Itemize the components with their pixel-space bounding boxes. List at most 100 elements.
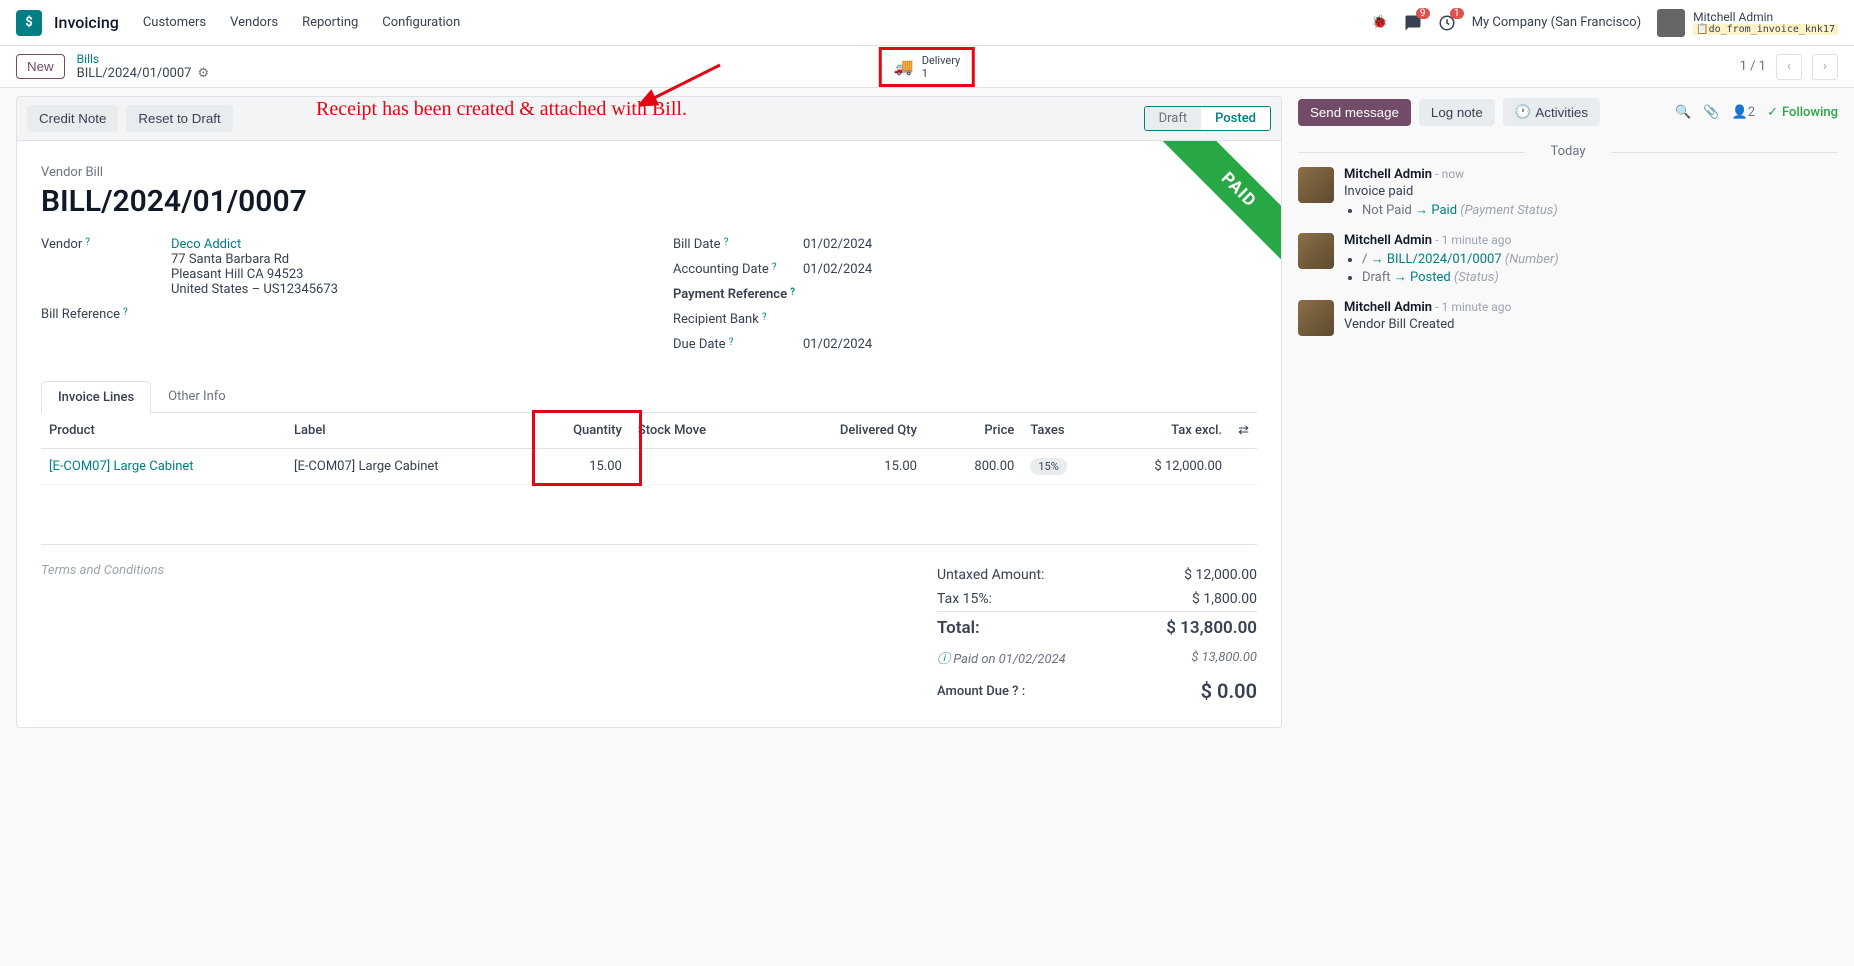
bill-name: BILL/2024/01/0007: [41, 184, 1257, 219]
msg-time: - 1 minute ago: [1435, 233, 1511, 247]
activities-icon[interactable]: 1: [1438, 14, 1456, 32]
cell-excl: $ 12,000.00: [1102, 449, 1230, 485]
activities-button[interactable]: 🕐Activities: [1503, 98, 1600, 126]
status-draft[interactable]: Draft: [1145, 107, 1202, 130]
breadcrumb-parent[interactable]: Bills: [77, 52, 99, 66]
msg-time: - 1 minute ago: [1435, 300, 1511, 314]
tab-invoice-lines[interactable]: Invoice Lines: [41, 381, 151, 413]
help-icon[interactable]: ?: [123, 307, 128, 322]
truck-icon: 🚚: [894, 57, 914, 76]
total-label: Total:: [937, 618, 980, 638]
attachment-icon[interactable]: 📎: [1703, 105, 1719, 120]
cell-stock[interactable]: [630, 449, 758, 485]
form-sheet: PAID Vendor Bill BILL/2024/01/0007 Vendo…: [16, 140, 1282, 728]
acc-date-value[interactable]: 01/02/2024: [803, 262, 1257, 277]
avatar[interactable]: [1298, 300, 1334, 336]
bill-date-label: Bill Date: [673, 237, 721, 252]
th-taxes[interactable]: Taxes: [1022, 413, 1102, 449]
help-icon[interactable]: ?: [85, 237, 90, 252]
vendor-link[interactable]: Deco Addict: [171, 237, 241, 252]
th-options-icon[interactable]: ⇄: [1230, 413, 1257, 449]
th-delivered-qty[interactable]: Delivered Qty: [758, 413, 937, 449]
untaxed-label: Untaxed Amount:: [937, 567, 1044, 583]
tab-other-info[interactable]: Other Info: [151, 380, 243, 412]
top-nav: $ Invoicing Customers Vendors Reporting …: [0, 0, 1854, 46]
due-date-value[interactable]: 01/02/2024: [803, 337, 1257, 352]
msg-author[interactable]: Mitchell Admin: [1344, 167, 1432, 182]
menu-customers[interactable]: Customers: [143, 15, 206, 30]
cell-price[interactable]: 800.00: [937, 449, 1022, 485]
cell-delivered[interactable]: 15.00: [758, 449, 937, 485]
user-menu[interactable]: Mitchell Admin 📋do_from_invoice_knk17: [1657, 9, 1838, 37]
msg-time: - now: [1435, 167, 1464, 181]
credit-note-button[interactable]: Credit Note: [27, 105, 118, 132]
log-note-button[interactable]: Log note: [1419, 99, 1495, 126]
th-quantity[interactable]: Quantity: [531, 413, 630, 449]
untaxed-value: $ 12,000.00: [1184, 567, 1257, 583]
help-icon[interactable]: ?: [772, 262, 777, 277]
invoice-lines-table: Product Label Quantity Stock Move Delive…: [41, 413, 1257, 545]
vendor-addr2: Pleasant Hill CA 94523: [171, 267, 303, 282]
cell-qty[interactable]: 15.00: [531, 449, 630, 485]
messages-icon[interactable]: 9: [1404, 14, 1422, 32]
cell-label[interactable]: [E-COM07] Large Cabinet: [286, 449, 531, 485]
pager: 1 / 1 ‹ ›: [1740, 54, 1838, 80]
msg-content: Invoice paid Not Paid → Paid (Payment St…: [1344, 184, 1558, 219]
app-logo[interactable]: $: [16, 10, 42, 36]
info-icon[interactable]: ⓘ: [937, 652, 950, 667]
th-label[interactable]: Label: [286, 413, 531, 449]
chat-message: Mitchell Admin - 1 minute ago Vendor Bil…: [1298, 300, 1838, 336]
msg-author[interactable]: Mitchell Admin: [1344, 300, 1432, 315]
help-icon[interactable]: ?: [762, 312, 767, 327]
msg-content: / → BILL/2024/01/0007 (Number) Draft → P…: [1344, 250, 1559, 286]
delivery-smart-button[interactable]: 🚚 Delivery 1: [879, 47, 975, 87]
msg-author[interactable]: Mitchell Admin: [1344, 233, 1432, 248]
cell-product[interactable]: [E-COM07] Large Cabinet: [49, 459, 194, 474]
menu-vendors[interactable]: Vendors: [230, 15, 278, 30]
help-icon[interactable]: ?: [724, 237, 729, 252]
bill-date-value[interactable]: 01/02/2024: [803, 237, 1257, 252]
msg-content: Vendor Bill Created: [1344, 317, 1511, 332]
menu-configuration[interactable]: Configuration: [382, 15, 460, 30]
tabs: Invoice Lines Other Info: [41, 380, 1257, 413]
table-row[interactable]: [E-COM07] Large Cabinet [E-COM07] Large …: [41, 449, 1257, 485]
th-tax-excl[interactable]: Tax excl.: [1102, 413, 1230, 449]
terms-field[interactable]: Terms and Conditions: [41, 563, 913, 703]
breadcrumb-bar: New Bills BILL/2024/01/0007 ⚙ 🚚 Delivery…: [0, 46, 1854, 88]
th-product[interactable]: Product: [41, 413, 286, 449]
app-name[interactable]: Invoicing: [54, 13, 119, 32]
menu-reporting[interactable]: Reporting: [302, 15, 358, 30]
help-icon[interactable]: ?: [1009, 684, 1019, 699]
total-value: $ 13,800.00: [1166, 618, 1257, 638]
help-icon[interactable]: ?: [790, 287, 795, 302]
avatar[interactable]: [1298, 233, 1334, 269]
help-icon[interactable]: ?: [729, 337, 734, 352]
vendor-addr1: 77 Santa Barbara Rd: [171, 252, 289, 267]
pager-text[interactable]: 1 / 1: [1740, 59, 1766, 74]
due-date-label: Due Date: [673, 337, 726, 352]
reset-draft-button[interactable]: Reset to Draft: [126, 105, 232, 132]
new-button[interactable]: New: [16, 54, 65, 79]
pager-next[interactable]: ›: [1812, 54, 1838, 80]
cell-taxes[interactable]: 15%: [1022, 449, 1102, 485]
company-selector[interactable]: My Company (San Francisco): [1472, 15, 1641, 30]
send-message-button[interactable]: Send message: [1298, 99, 1411, 126]
followers-button[interactable]: 👤2: [1732, 105, 1756, 120]
user-name: Mitchell Admin: [1693, 10, 1838, 24]
th-price[interactable]: Price: [937, 413, 1022, 449]
debug-icon[interactable]: 🐞: [1372, 15, 1388, 30]
following-button[interactable]: ✓ Following: [1767, 105, 1838, 120]
pager-prev[interactable]: ‹: [1776, 54, 1802, 80]
th-stock-move[interactable]: Stock Move: [630, 413, 758, 449]
bill-subtitle: Vendor Bill: [41, 165, 1257, 180]
delivery-count: 1: [922, 67, 961, 80]
totals: Untaxed Amount: $ 12,000.00 Tax 15%: $ 1…: [937, 563, 1257, 703]
paid-on-label: Paid on 01/02/2024: [953, 652, 1066, 667]
status-posted[interactable]: Posted: [1201, 107, 1270, 130]
avatar[interactable]: [1298, 167, 1334, 203]
bill-ref-label: Bill Reference: [41, 307, 120, 322]
chat-message: Mitchell Admin - 1 minute ago / → BILL/2…: [1298, 233, 1838, 286]
gear-icon[interactable]: ⚙: [197, 66, 209, 81]
search-icon[interactable]: 🔍: [1675, 105, 1691, 120]
annotation-text: Receipt has been created & attached with…: [316, 98, 687, 121]
